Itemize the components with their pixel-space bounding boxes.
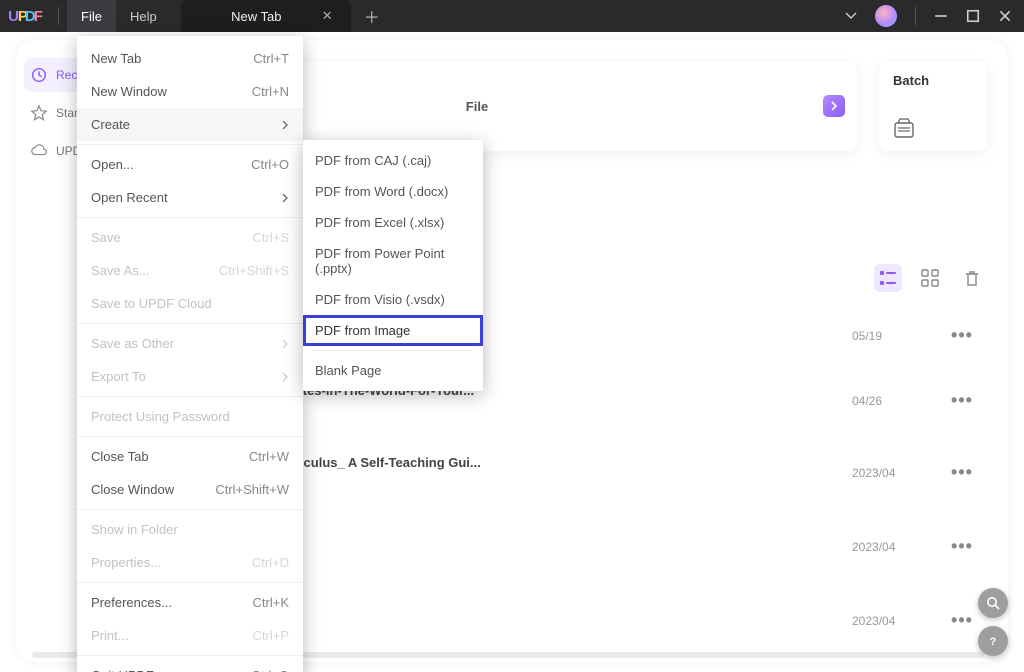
arrow-right-icon bbox=[823, 95, 845, 117]
menu-save: SaveCtrl+S bbox=[77, 221, 303, 254]
create-pdf-from-caj[interactable]: PDF from CAJ (.caj) bbox=[303, 145, 483, 176]
close-icon[interactable]: ✕ bbox=[318, 6, 337, 26]
divider bbox=[58, 7, 59, 25]
fab-stack: ? bbox=[978, 588, 1008, 656]
delete-button[interactable] bbox=[958, 264, 986, 292]
chevron-right-icon bbox=[281, 194, 289, 202]
close-window-icon[interactable] bbox=[998, 9, 1012, 23]
menu-save-other: Save as Other bbox=[77, 327, 303, 360]
menu-new-window[interactable]: New WindowCtrl+N bbox=[77, 75, 303, 108]
menu-quit[interactable]: Quit UPDFCtrl+Q bbox=[77, 659, 303, 672]
menu-properties: Properties...Ctrl+D bbox=[77, 546, 303, 579]
menu-separator bbox=[77, 655, 303, 656]
app-logo: UPDF bbox=[0, 0, 50, 32]
create-pdf-from-image[interactable]: PDF from Image bbox=[303, 315, 483, 346]
menu-preferences[interactable]: Preferences...Ctrl+K bbox=[77, 586, 303, 619]
menu-separator bbox=[77, 144, 303, 145]
minimize-icon[interactable] bbox=[934, 9, 948, 23]
more-icon[interactable]: ••• bbox=[942, 390, 982, 411]
batch-card[interactable]: Batch bbox=[878, 60, 988, 152]
more-icon[interactable]: ••• bbox=[942, 536, 982, 557]
view-grid-button[interactable] bbox=[916, 264, 944, 292]
create-submenu: PDF from CAJ (.caj) PDF from Word (.docx… bbox=[303, 140, 483, 391]
create-pdf-from-visio[interactable]: PDF from Visio (.vsdx) bbox=[303, 284, 483, 315]
search-fab[interactable] bbox=[978, 588, 1008, 618]
clock-icon bbox=[30, 66, 48, 84]
trash-icon bbox=[963, 269, 981, 287]
menu-close-window[interactable]: Close WindowCtrl+Shift+W bbox=[77, 473, 303, 506]
menu-file[interactable]: File bbox=[67, 0, 116, 32]
maximize-icon[interactable] bbox=[966, 9, 980, 23]
user-avatar[interactable] bbox=[875, 5, 897, 27]
menu-separator bbox=[77, 509, 303, 510]
file-date: 04/26 bbox=[852, 394, 942, 408]
menu-help[interactable]: Help bbox=[116, 0, 171, 32]
search-icon bbox=[986, 596, 1000, 610]
chevron-right-icon bbox=[281, 121, 289, 129]
menu-new-tab[interactable]: New TabCtrl+T bbox=[77, 42, 303, 75]
add-tab-button[interactable]: ＋ bbox=[357, 0, 387, 32]
open-file-label: File bbox=[466, 99, 488, 114]
tab-current[interactable]: New Tab ✕ bbox=[181, 0, 351, 32]
divider bbox=[915, 7, 916, 25]
menu-print: Print...Ctrl+P bbox=[77, 619, 303, 652]
menu-separator bbox=[77, 217, 303, 218]
svg-text:?: ? bbox=[990, 636, 997, 648]
help-fab[interactable]: ? bbox=[978, 626, 1008, 656]
menu-save-cloud: Save to UPDF Cloud bbox=[77, 287, 303, 320]
menu-protect: Protect Using Password bbox=[77, 400, 303, 433]
create-pdf-from-ppt[interactable]: PDF from Power Point (.pptx) bbox=[303, 238, 483, 284]
file-date: 2023/04 bbox=[852, 614, 942, 628]
menu-create[interactable]: Create bbox=[77, 108, 303, 141]
menu-save-as: Save As...Ctrl+Shift+S bbox=[77, 254, 303, 287]
menu-separator bbox=[313, 350, 473, 351]
chevron-down-icon[interactable] bbox=[845, 10, 857, 22]
create-pdf-from-excel[interactable]: PDF from Excel (.xlsx) bbox=[303, 207, 483, 238]
file-date: 05/19 bbox=[852, 329, 942, 343]
scanner-icon bbox=[893, 117, 915, 139]
menu-close-tab[interactable]: Close TabCtrl+W bbox=[77, 440, 303, 473]
more-icon[interactable]: ••• bbox=[942, 610, 982, 631]
create-blank-page[interactable]: Blank Page bbox=[303, 355, 483, 386]
menu-export-to: Export To bbox=[77, 360, 303, 393]
menu-separator bbox=[77, 582, 303, 583]
create-pdf-from-word[interactable]: PDF from Word (.docx) bbox=[303, 176, 483, 207]
menu-separator bbox=[77, 436, 303, 437]
list-icon bbox=[879, 269, 897, 287]
window-controls bbox=[845, 0, 1024, 32]
menu-open[interactable]: Open...Ctrl+O bbox=[77, 148, 303, 181]
grid-icon bbox=[921, 269, 939, 287]
star-icon bbox=[30, 104, 48, 122]
menu-separator bbox=[77, 323, 303, 324]
file-menu: New TabCtrl+T New WindowCtrl+N Create Op… bbox=[77, 36, 303, 672]
more-icon[interactable]: ••• bbox=[942, 462, 982, 483]
menu-separator bbox=[77, 396, 303, 397]
chevron-right-icon bbox=[281, 373, 289, 381]
help-icon: ? bbox=[986, 634, 1000, 648]
cloud-icon bbox=[30, 142, 48, 160]
view-buttons bbox=[874, 264, 986, 292]
batch-title: Batch bbox=[893, 73, 929, 88]
chevron-right-icon bbox=[281, 340, 289, 348]
app-window: UPDF File Help New Tab ✕ ＋ Rece bbox=[0, 0, 1024, 672]
menu-show-folder: Show in Folder bbox=[77, 513, 303, 546]
tab-title: New Tab bbox=[195, 9, 318, 24]
more-icon[interactable]: ••• bbox=[942, 325, 982, 346]
file-date: 2023/04 bbox=[852, 466, 942, 480]
titlebar: UPDF File Help New Tab ✕ ＋ bbox=[0, 0, 1024, 32]
menu-open-recent[interactable]: Open Recent bbox=[77, 181, 303, 214]
view-list-button[interactable] bbox=[874, 264, 902, 292]
file-date: 2023/04 bbox=[852, 540, 942, 554]
